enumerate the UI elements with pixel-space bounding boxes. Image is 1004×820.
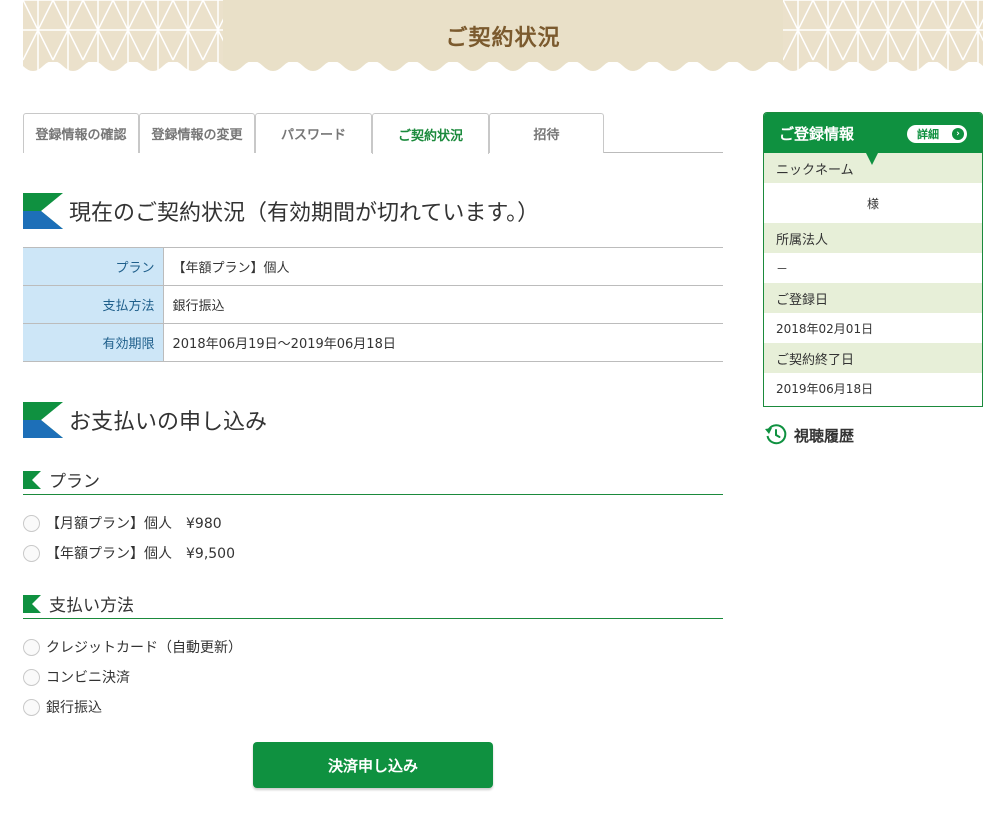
panel-header-notch (866, 153, 878, 165)
plan-option-monthly[interactable]: 【月額プラン】個人 ¥980 (23, 513, 222, 533)
viewing-history-link[interactable]: 視聴履歴 (764, 423, 854, 447)
company-value: － (764, 253, 982, 283)
plan-subheading: プラン (23, 465, 723, 495)
plan-option-yearly[interactable]: 【年額プラン】個人 ¥9,500 (23, 543, 235, 563)
flag-icon (23, 594, 41, 613)
registered-date-label: ご登録日 (764, 283, 982, 313)
tab-password[interactable]: パスワード (255, 113, 372, 153)
history-label: 視聴履歴 (794, 426, 855, 445)
detail-button[interactable]: 詳細 › (907, 125, 967, 143)
plan-option-label: 【年額プラン】個人 ¥9,500 (46, 546, 235, 562)
flag-icon (23, 193, 63, 229)
status-heading-text: 現在のご契約状況（有効期間が切れています。） (69, 201, 540, 226)
contract-status-table: プラン 【年額プラン】個人 支払方法 銀行振込 有効期限 2018年06月19日… (23, 247, 723, 362)
tab-invite[interactable]: 招待 (489, 113, 604, 153)
apply-section-heading: お支払いの申し込み (23, 402, 267, 438)
contract-end-label: ご契約終了日 (764, 343, 982, 373)
flag-icon (23, 402, 63, 438)
history-clock-icon (765, 424, 787, 445)
page-title: ご契約状況 (445, 26, 561, 51)
flag-icon (23, 470, 41, 489)
contract-end-value: 2019年06月18日 (764, 373, 982, 403)
nickname-value: 様 (764, 183, 982, 223)
method-option-label: コンビニ決済 (46, 670, 130, 686)
panel-title: ご登録情報 (779, 125, 855, 143)
method-option-convenience-store[interactable]: コンビニ決済 (23, 667, 130, 687)
status-key-payment: 支払方法 (23, 285, 164, 324)
radio-button[interactable] (23, 544, 40, 562)
status-key-period: 有効期限 (23, 323, 164, 362)
detail-label: 詳細 (917, 128, 939, 141)
status-value-period: 2018年06月19日～2019年06月18日 (163, 323, 723, 362)
method-option-label: 銀行振込 (46, 700, 102, 716)
tab-contract-status[interactable]: ご契約状況 (372, 113, 489, 154)
tab-registration-edit[interactable]: 登録情報の変更 (139, 113, 255, 153)
method-subheading-text: 支払い方法 (49, 596, 134, 616)
apply-heading-text: お支払いの申し込み (69, 410, 268, 435)
radio-button[interactable] (23, 638, 40, 656)
registration-info-panel: ご登録情報 詳細 › ニックネーム 様 所属法人 － ご登録日 2018年02月… (763, 112, 983, 407)
table-row: 支払方法 銀行振込 (23, 285, 723, 324)
status-value-plan: 【年額プラン】個人 (163, 247, 723, 286)
plan-option-label: 【月額プラン】個人 ¥980 (46, 516, 222, 532)
plan-subheading-text: プラン (49, 472, 100, 492)
company-label: 所属法人 (764, 223, 982, 253)
banner-wave-edge (23, 62, 983, 76)
method-option-bank-transfer[interactable]: 銀行振込 (23, 697, 102, 717)
method-option-credit-card[interactable]: クレジットカード（自動更新） (23, 637, 242, 657)
panel-header: ご登録情報 詳細 › (764, 113, 982, 153)
method-option-label: クレジットカード（自動更新） (46, 640, 242, 656)
tab-registration-check[interactable]: 登録情報の確認 (23, 113, 139, 153)
radio-button[interactable] (23, 698, 40, 716)
radio-button[interactable] (23, 514, 40, 532)
table-row: 有効期限 2018年06月19日～2019年06月18日 (23, 323, 723, 362)
registered-date-value: 2018年02月01日 (764, 313, 982, 343)
status-value-payment: 銀行振込 (163, 285, 723, 324)
table-row: プラン 【年額プラン】個人 (23, 247, 723, 286)
account-tabs: 登録情報の確認 登録情報の変更 パスワード ご契約状況 招待 (23, 113, 723, 154)
status-section-heading: 現在のご契約状況（有効期間が切れています。） (23, 193, 539, 229)
status-key-plan: プラン (23, 247, 164, 286)
chevron-right-icon: › (952, 128, 964, 140)
method-subheading: 支払い方法 (23, 589, 723, 619)
radio-button[interactable] (23, 668, 40, 686)
submit-payment-button[interactable]: 決済申し込み (253, 742, 493, 788)
